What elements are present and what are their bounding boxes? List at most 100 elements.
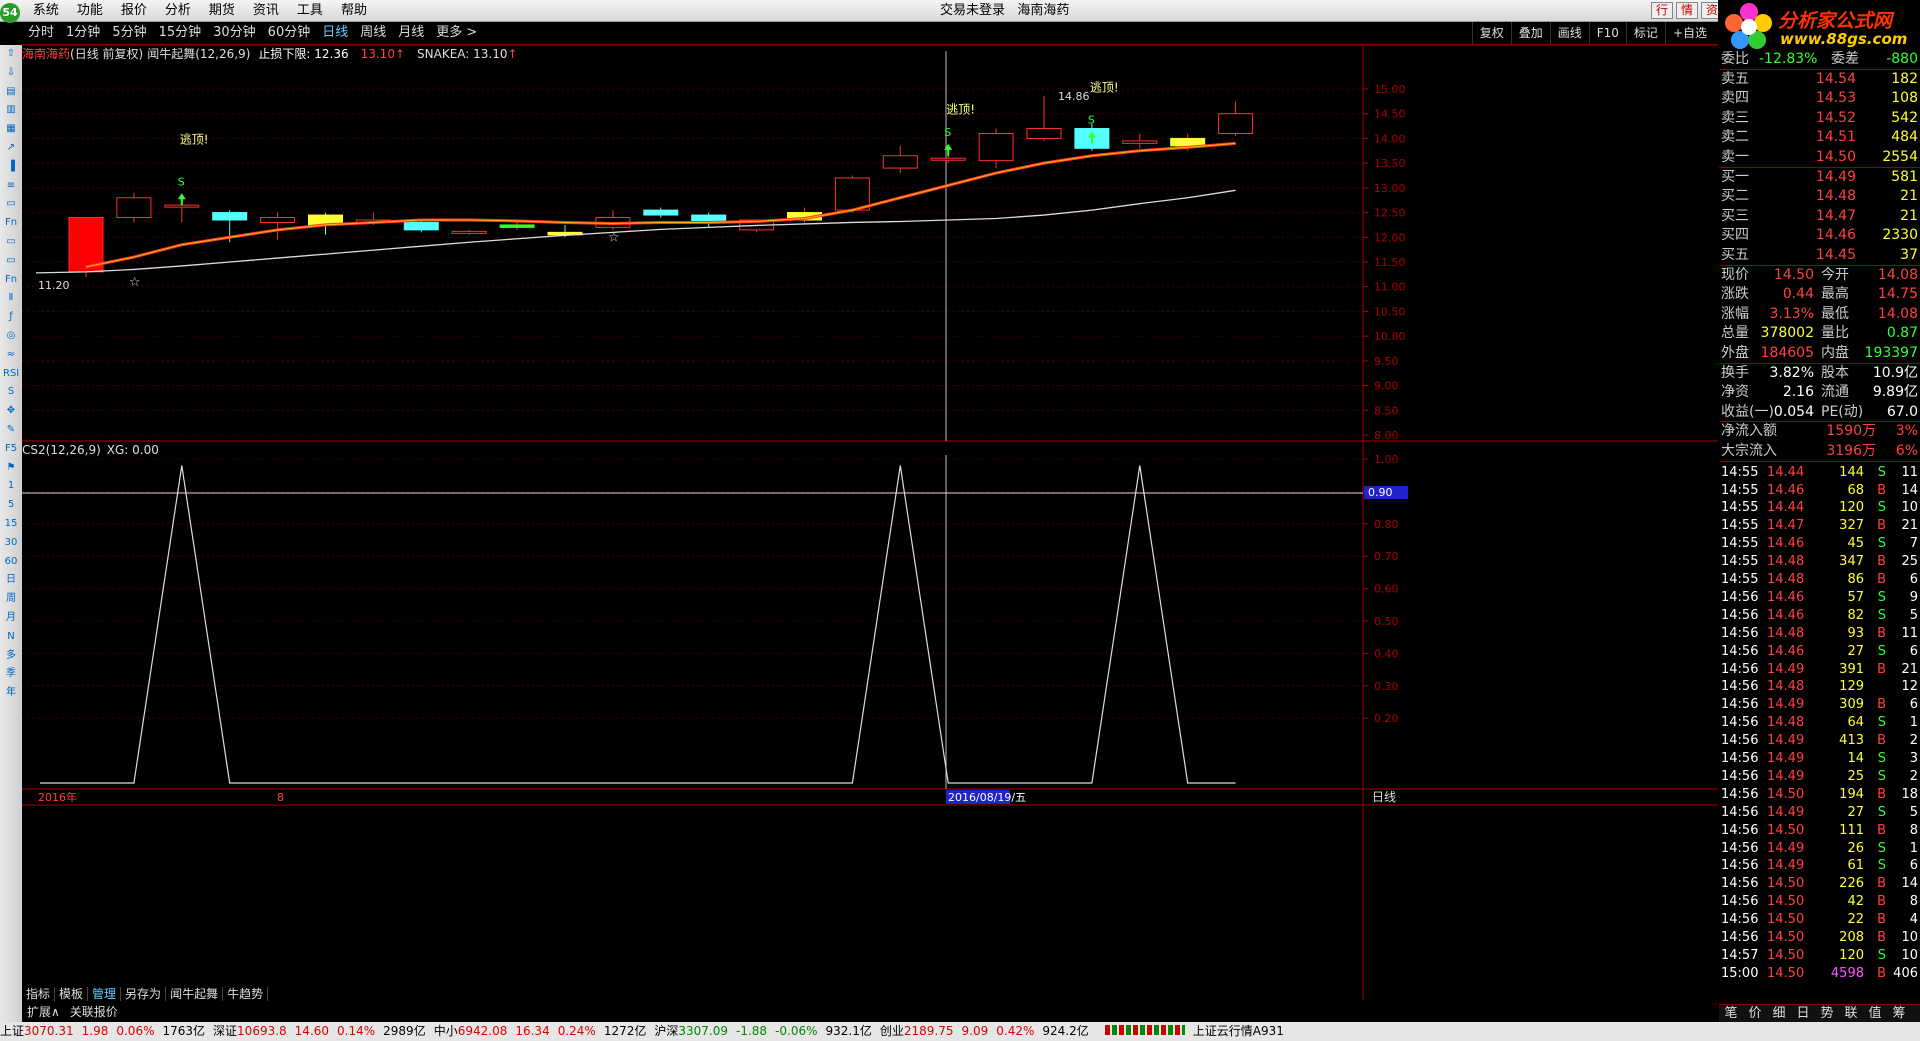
menu-item[interactable]: 系统 — [24, 0, 68, 21]
quote-panel-tab[interactable]: 笔 — [1719, 1005, 1743, 1023]
quote-button-b[interactable]: 情 — [1676, 2, 1699, 19]
period-tab[interactable]: 分时 — [22, 22, 60, 44]
quote-panel-tab[interactable]: 势 — [1815, 1005, 1839, 1023]
toolbar-tool-icon[interactable]: Ⅱ — [3, 291, 19, 305]
indicator-tab[interactable]: 牛趋势 — [223, 987, 269, 1001]
toolbar-tool-icon[interactable]: ▤ — [3, 85, 19, 99]
toolbar-tool-icon[interactable]: ƒ — [3, 310, 19, 324]
mark-button[interactable]: 标记 — [1625, 22, 1665, 44]
toolbar-tool-icon[interactable]: 多 — [3, 649, 19, 663]
period-tab[interactable]: 月线 — [392, 22, 430, 44]
period-tab[interactable]: 15分钟 — [153, 22, 208, 44]
toolbar-tool-icon[interactable]: RSI — [3, 367, 19, 381]
toolbar-tool-icon[interactable]: 60 — [3, 555, 19, 569]
quote-panel-tab[interactable]: 值 — [1863, 1005, 1887, 1023]
menu-item[interactable]: 分析 — [156, 0, 200, 21]
cloud-quote-status[interactable]: 上证云行情A931 — [1193, 1024, 1284, 1038]
candle[interactable] — [1218, 101, 1254, 136]
toolbar-tool-icon[interactable]: Fn — [3, 216, 19, 230]
quote-panel-tab[interactable]: 价 — [1743, 1005, 1767, 1023]
toolbar-tool-icon[interactable]: 年 — [3, 686, 19, 700]
indicator-tab[interactable]: 闻牛起舞 — [166, 987, 224, 1001]
sell-level-row[interactable]: 卖四 14.53 108 — [1721, 89, 1918, 107]
sell-level-row[interactable]: 卖三 14.52 542 — [1721, 109, 1918, 127]
candle[interactable] — [595, 210, 631, 230]
indicator-tab[interactable]: 管理 — [88, 987, 122, 1001]
index-quote[interactable]: 深证10693.8 14.60 0.14% 2989亿 — [213, 1024, 426, 1038]
toolbar-tool-icon[interactable]: Fn — [3, 273, 19, 287]
toolbar-tool-icon[interactable]: ⚑ — [3, 461, 19, 475]
app-badge[interactable]: 54 — [0, 3, 20, 23]
period-tab[interactable]: 日线 — [316, 22, 354, 44]
quote-panel-tab[interactable]: 细 — [1767, 1005, 1791, 1023]
toolbar-tool-icon[interactable]: S — [3, 385, 19, 399]
toolbar-tool-icon[interactable]: ✥ — [3, 404, 19, 418]
candle[interactable] — [882, 145, 918, 174]
candle[interactable] — [691, 212, 727, 228]
index-quote[interactable]: 创业2189.75 9.09 0.42% 924.2亿 — [880, 1024, 1089, 1038]
candle[interactable] — [116, 192, 152, 223]
toolbar-tool-icon[interactable]: 周 — [3, 592, 19, 606]
period-tab[interactable]: 60分钟 — [262, 22, 317, 44]
add-watchlist-button[interactable]: +自选 — [1664, 22, 1714, 44]
toolbar-tool-icon[interactable]: N — [3, 630, 19, 644]
toolbar-tool-icon[interactable]: ⇧ — [3, 47, 19, 61]
toolbar-tool-icon[interactable]: 季 — [3, 667, 19, 681]
sell-level-row[interactable]: 卖二 14.51 484 — [1721, 128, 1918, 146]
candle[interactable] — [68, 217, 104, 277]
candle[interactable] — [451, 229, 487, 235]
candle[interactable] — [1026, 95, 1062, 141]
index-quote[interactable]: 沪深3307.09 -1.88 -0.06% 932.1亿 — [654, 1024, 872, 1038]
toolbar-tool-icon[interactable]: 30 — [3, 536, 19, 550]
period-tab[interactable]: 1分钟 — [60, 22, 106, 44]
toolbar-tool-icon[interactable]: ▦ — [3, 122, 19, 136]
menu-item[interactable]: 帮助 — [332, 0, 376, 21]
overlay-button[interactable]: 叠加 — [1510, 22, 1550, 44]
menu-item[interactable]: 资讯 — [244, 0, 288, 21]
menu-item[interactable]: 功能 — [68, 0, 112, 21]
quote-button-a[interactable]: 行 — [1651, 2, 1674, 19]
toolbar-tool-icon[interactable]: ▭ — [3, 197, 19, 211]
indicator-tab[interactable]: 另存为 — [121, 987, 167, 1001]
toolbar-tool-icon[interactable]: 5 — [3, 498, 19, 512]
toolbar-tool-icon[interactable]: ⇩ — [3, 66, 19, 80]
quote-panel-tab[interactable]: 联 — [1839, 1005, 1863, 1023]
toolbar-tool-icon[interactable]: ▭ — [3, 254, 19, 268]
buy-level-row[interactable]: 买五 14.45 37 — [1721, 246, 1918, 264]
candle[interactable] — [1122, 133, 1158, 149]
menu-item[interactable]: 报价 — [112, 0, 156, 21]
candle[interactable] — [499, 222, 535, 230]
expand-tab[interactable]: 扩展∧ — [22, 1005, 65, 1019]
toolbar-tool-icon[interactable]: ≡ — [3, 179, 19, 193]
buy-level-row[interactable]: 买三 14.47 21 — [1721, 207, 1918, 225]
related-quote-tab[interactable]: 关联报价 — [65, 1005, 123, 1019]
toolbar-tool-icon[interactable]: ↗ — [3, 141, 19, 155]
draw-line-button[interactable]: 画线 — [1549, 22, 1589, 44]
candle[interactable] — [978, 128, 1014, 169]
buy-level-row[interactable]: 买一 14.49 581 — [1721, 168, 1918, 186]
candle[interactable] — [260, 212, 296, 240]
toolbar-tool-icon[interactable]: ◎ — [3, 329, 19, 343]
toolbar-tool-icon[interactable]: 日 — [3, 573, 19, 587]
period-tab[interactable]: 周线 — [354, 22, 392, 44]
toolbar-tool-icon[interactable]: ✎ — [3, 423, 19, 437]
adjust-button[interactable]: 复权 — [1471, 22, 1511, 44]
kline-chart[interactable]: 15.00 14.50 14.00 13.50 13.00 12.50 12.00 11.50… — [22, 45, 1718, 1030]
indicator-tab[interactable]: 指标 — [22, 987, 56, 1001]
toolbar-tool-icon[interactable]: ▥ — [3, 103, 19, 117]
candle[interactable] — [643, 207, 679, 218]
toolbar-tool-icon[interactable]: ▐ — [3, 160, 19, 174]
period-tab[interactable]: 5分钟 — [106, 22, 152, 44]
period-tab[interactable]: 更多 > — [430, 22, 483, 44]
toolbar-tool-icon[interactable]: ▭ — [3, 235, 19, 249]
menu-item[interactable]: 工具 — [288, 0, 332, 21]
buy-level-row[interactable]: 买四 14.46 2330 — [1721, 226, 1918, 244]
quote-panel-tab[interactable]: 筹 — [1887, 1005, 1911, 1023]
index-quote[interactable]: 中小6942.08 16.34 0.24% 1272亿 — [434, 1024, 647, 1038]
indicator-tab[interactable]: 模板 — [55, 987, 89, 1001]
toolbar-tool-icon[interactable]: F5 — [3, 442, 19, 456]
f10-button[interactable]: F10 — [1588, 22, 1626, 44]
index-quote[interactable]: 上证3070.31 1.98 0.06% 1763亿 — [0, 1024, 205, 1038]
toolbar-tool-icon[interactable]: 月 — [3, 611, 19, 625]
period-tab[interactable]: 30分钟 — [207, 22, 262, 44]
